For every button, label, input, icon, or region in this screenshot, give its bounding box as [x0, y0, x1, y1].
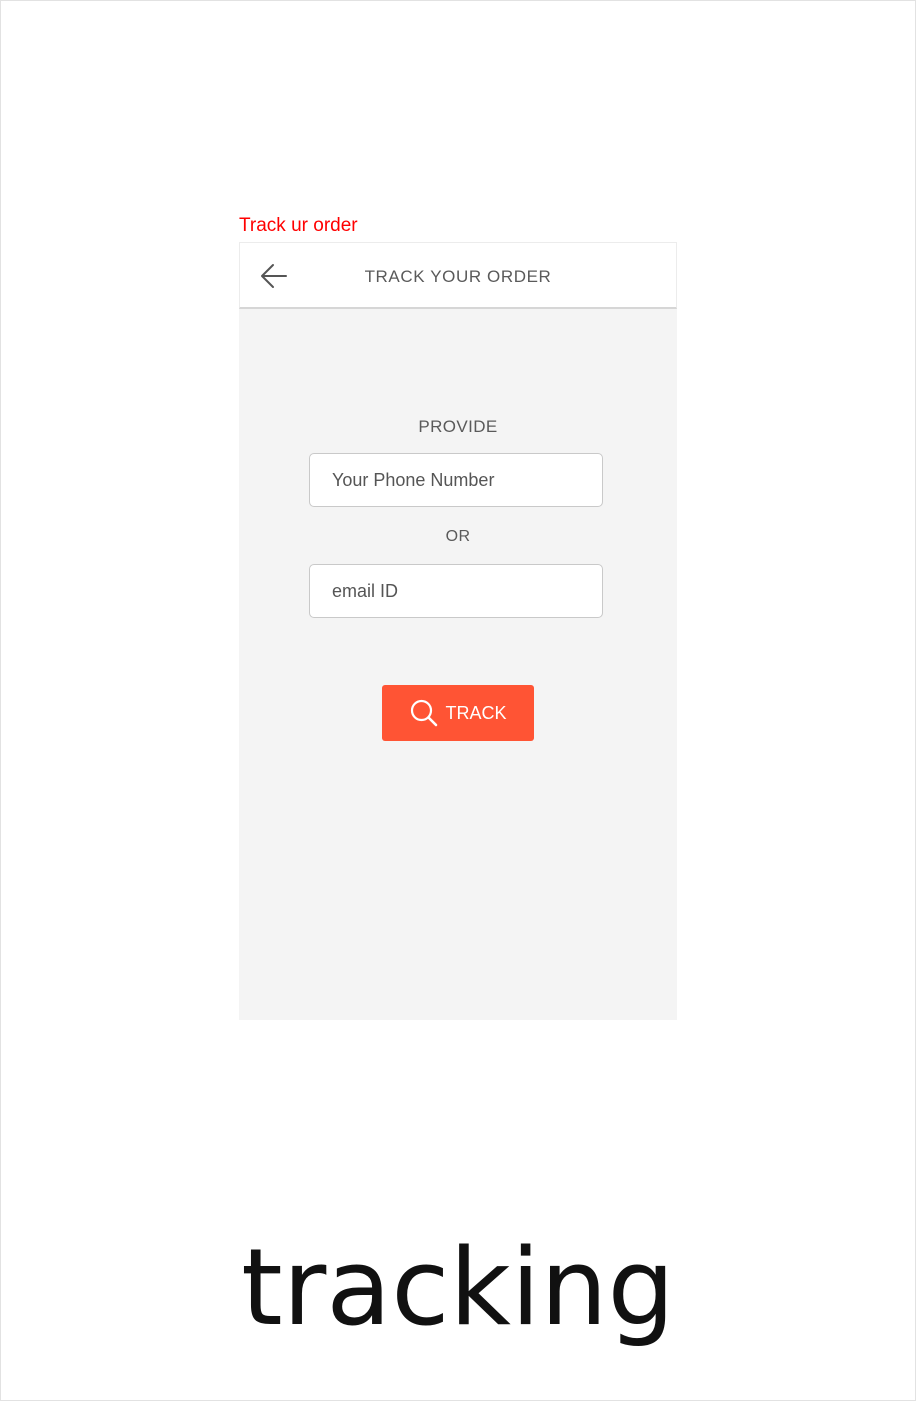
search-icon: [411, 699, 438, 727]
phone-number-input[interactable]: [309, 453, 603, 507]
provide-label: PROVIDE: [418, 417, 498, 436]
track-button-label: TRACK: [445, 702, 507, 723]
track-button[interactable]: TRACK: [382, 685, 534, 741]
app-bar: TRACK YOUR ORDER: [239, 242, 677, 309]
phone-screen: TRACK YOUR ORDER PROVIDE OR TRACK: [239, 242, 677, 1020]
email-input[interactable]: [309, 564, 603, 618]
screen-caption: Track ur order: [239, 215, 358, 236]
page-title: TRACK YOUR ORDER: [364, 267, 552, 286]
or-label: OR: [445, 528, 471, 545]
footer-label: tracking: [241, 1226, 675, 1349]
